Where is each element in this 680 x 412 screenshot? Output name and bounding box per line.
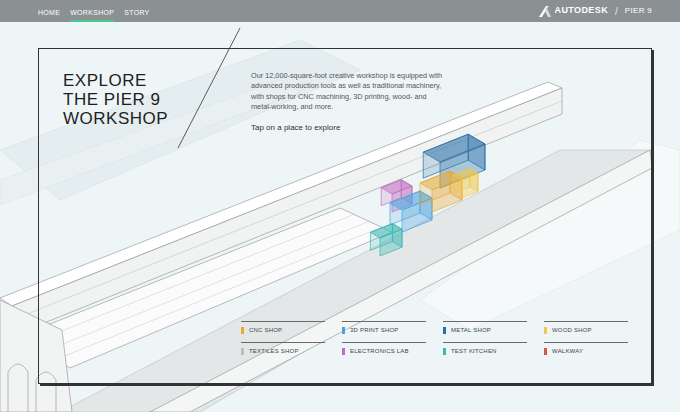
nav-link[interactable]: HOME bbox=[38, 0, 60, 22]
legend-label: 3D PRINT SHOP bbox=[350, 327, 399, 334]
legend-item[interactable]: METAL SHOP bbox=[443, 321, 527, 342]
legend-item[interactable]: TEST KITCHEN bbox=[443, 342, 527, 363]
nav-link[interactable]: WORKSHOP bbox=[70, 0, 114, 22]
top-bar: HOME WORKSHOP STORY AUTODESK / PIER 9 bbox=[0, 0, 680, 22]
legend-item[interactable]: CNC SHOP bbox=[241, 321, 325, 342]
nav-links: HOME WORKSHOP STORY bbox=[38, 0, 150, 22]
legend-item[interactable]: ELECTRONICS LAB bbox=[342, 342, 426, 363]
shop-volume[interactable] bbox=[454, 169, 478, 198]
intro-frame: EXPLORETHE PIER 9WORKSHOP Our 12,000-squ… bbox=[38, 48, 652, 384]
legend-label: WOOD SHOP bbox=[552, 327, 592, 334]
title-line: THE PIER 9 bbox=[63, 90, 251, 109]
legend-label: ELECTRONICS LAB bbox=[350, 348, 409, 355]
brand-separator: / bbox=[615, 4, 618, 19]
legend-swatch bbox=[544, 327, 547, 334]
title-line: WORKSHOP bbox=[63, 109, 251, 128]
legend-swatch bbox=[241, 327, 244, 334]
legend-item[interactable]: 3D PRINT SHOP bbox=[342, 321, 426, 342]
legend-label: METAL SHOP bbox=[451, 327, 491, 334]
legend-swatch bbox=[443, 327, 446, 334]
title-line: EXPLORE bbox=[63, 71, 251, 90]
legend-swatch bbox=[443, 348, 446, 355]
legend-item[interactable]: WALKWAY bbox=[544, 342, 628, 363]
brand-name: AUTODESK bbox=[555, 4, 609, 18]
legend-swatch bbox=[241, 348, 244, 355]
legend-item[interactable]: WOOD SHOP bbox=[544, 321, 628, 342]
page-title: EXPLORETHE PIER 9WORKSHOP bbox=[63, 71, 251, 128]
legend-swatch bbox=[342, 348, 345, 355]
brand[interactable]: AUTODESK / PIER 9 bbox=[539, 4, 652, 19]
legend-item[interactable]: TEXTILES SHOP bbox=[241, 342, 325, 363]
explore-prompt: Tap on a place to explore bbox=[251, 122, 443, 134]
legend-swatch bbox=[544, 348, 547, 355]
legend-label: TEXTILES SHOP bbox=[249, 348, 299, 355]
legend-swatch bbox=[342, 327, 345, 334]
page: HOME WORKSHOP STORY AUTODESK / PIER 9 EXPL… bbox=[0, 0, 680, 412]
autodesk-logo-icon bbox=[539, 6, 551, 17]
legend: CNC SHOP 3D PRINT SHOP METAL SHOP WOOD SHOP… bbox=[241, 321, 631, 363]
shop-volume[interactable] bbox=[370, 224, 402, 256]
legend-label: CNC SHOP bbox=[249, 327, 282, 334]
legend-label: WALKWAY bbox=[552, 348, 583, 355]
site-name: PIER 9 bbox=[625, 5, 652, 17]
nav-link[interactable]: STORY bbox=[124, 0, 149, 22]
intro-text: Our 12,000-square-foot creative workshop… bbox=[251, 71, 443, 113]
legend-label: TEST KITCHEN bbox=[451, 348, 497, 355]
